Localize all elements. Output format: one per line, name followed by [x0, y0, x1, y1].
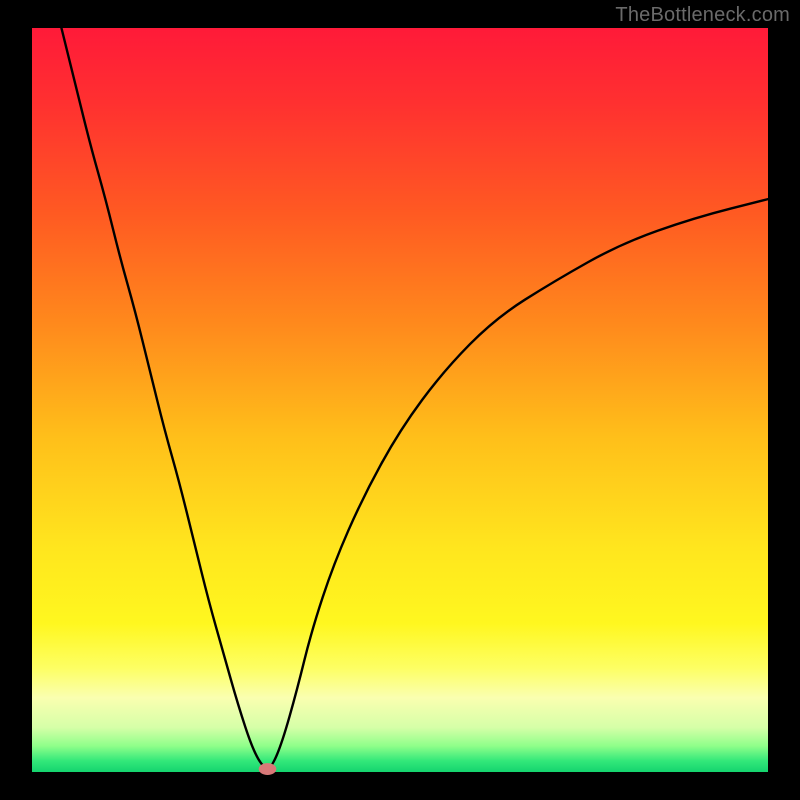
watermark-text: TheBottleneck.com [615, 4, 790, 27]
chart-container: TheBottleneck.com [0, 0, 800, 800]
chart-svg [0, 0, 800, 800]
minimum-marker [259, 763, 277, 775]
chart-background [32, 28, 768, 772]
